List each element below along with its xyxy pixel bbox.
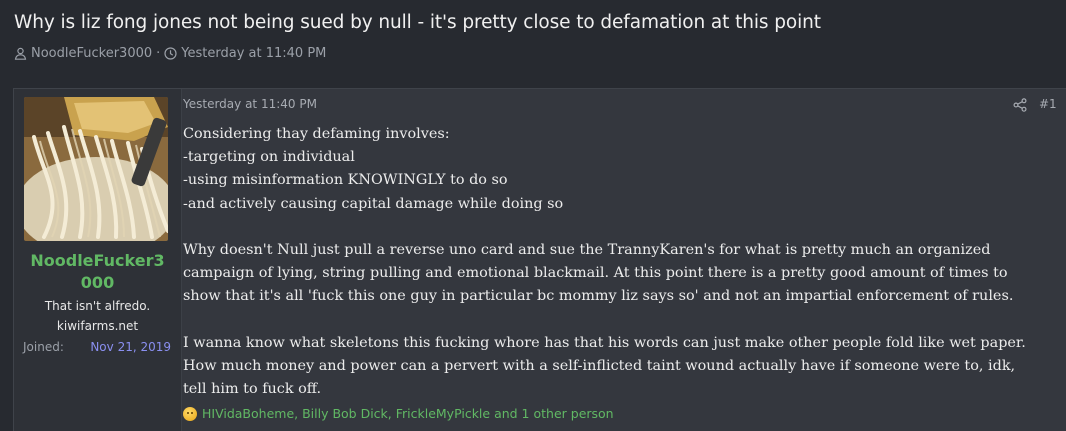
thinking-emoji-icon xyxy=(183,406,197,421)
meta-separator: · xyxy=(156,46,161,61)
share-icon[interactable] xyxy=(1013,97,1027,112)
thread-author-link[interactable]: NoodleFucker3000 xyxy=(31,46,152,61)
reactions-list-link[interactable]: HIVidaBoheme, Billy Bob Dick, FrickleMyP… xyxy=(202,406,614,421)
pasta-avatar-image xyxy=(24,97,168,241)
user-title: That isn't alfredo. xyxy=(44,299,151,313)
thread-title: Why is liz fong jones not being sued by … xyxy=(14,12,821,33)
user-icon xyxy=(14,46,27,61)
reactions-bar: HIVidaBoheme, Billy Bob Dick, FrickleMyP… xyxy=(183,406,614,421)
post-user-cell: NoodleFucker3 000 That isn't alfredo. ki… xyxy=(14,89,182,431)
post-body: Considering thay defaming involves: -tar… xyxy=(183,123,1053,401)
post-date-link[interactable]: Yesterday at 11:40 PM xyxy=(183,97,317,111)
joined-value: Nov 21, 2019 xyxy=(90,340,171,354)
clock-icon xyxy=(164,46,177,61)
thread-meta: NoodleFucker3000 · Yesterday at 11:40 PM xyxy=(14,46,326,61)
post-paragraph: Considering thay defaming involves: -tar… xyxy=(183,126,564,212)
post-number-link[interactable]: #1 xyxy=(1039,97,1057,111)
username-line-2: 000 xyxy=(80,273,115,292)
post-paragraph: Why doesn't Null just pull a reverse uno… xyxy=(183,242,1014,305)
user-banner: kiwifarms.net xyxy=(56,319,139,333)
username-link[interactable]: NoodleFucker3 000 xyxy=(14,250,181,294)
username-line-1: NoodleFucker3 xyxy=(30,251,165,270)
thread-date-link[interactable]: Yesterday at 11:40 PM xyxy=(181,46,326,61)
joined-label: Joined: xyxy=(23,340,64,354)
avatar[interactable] xyxy=(24,97,168,241)
post-paragraph: I wanna know what skeletons this fucking… xyxy=(183,334,1026,398)
post: NoodleFucker3 000 That isn't alfredo. ki… xyxy=(13,88,1066,431)
